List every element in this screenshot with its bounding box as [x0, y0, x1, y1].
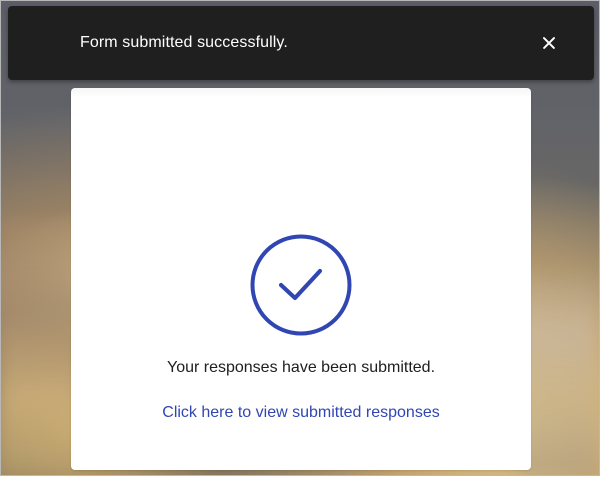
modal-top-shade: [71, 88, 531, 98]
submission-message: Your responses have been submitted.: [166, 359, 436, 376]
submission-confirmation-modal: Your responses have been submitted. Clic…: [71, 88, 531, 470]
toast-message: Form submitted successfully.: [80, 34, 288, 51]
screen-frame: Form submitted successfully. Your respon…: [0, 0, 600, 476]
close-icon[interactable]: [537, 31, 561, 55]
check-circle-icon: [250, 234, 352, 336]
background-blur-left: [1, 221, 79, 473]
success-toast: Form submitted successfully.: [8, 6, 594, 80]
view-submitted-responses-link[interactable]: Click here to view submitted responses: [71, 404, 531, 422]
